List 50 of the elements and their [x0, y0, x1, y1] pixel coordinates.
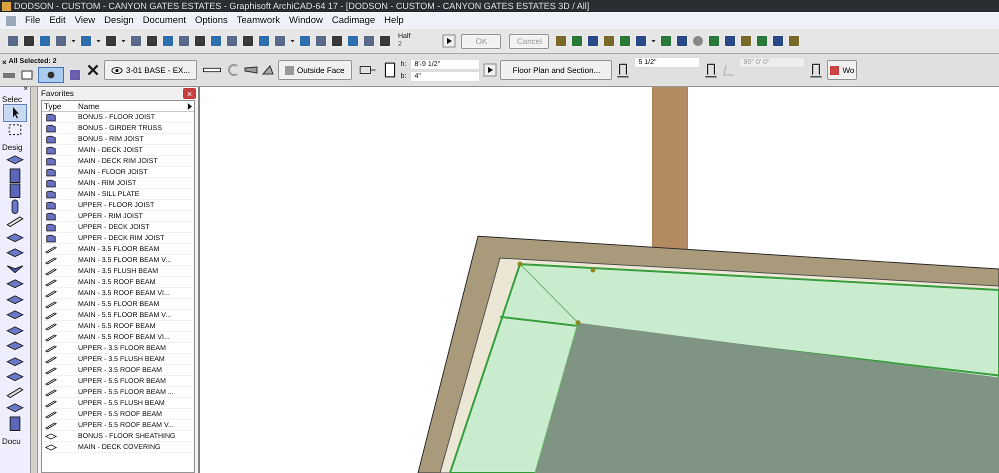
rectangle-icon[interactable] — [20, 68, 34, 82]
slab-icon — [45, 146, 57, 154]
menu-item[interactable]: Cadimage — [332, 15, 376, 26]
window-title: DODSON - CUSTOM - CANYON GATES ESTATES - Graphisoft ArchiCAD-64 17 - [DODSON - CUSTOM - CANYON GATES ESTATES 3D / All] — [14, 1, 590, 11]
arrow-icon[interactable] — [187, 102, 192, 110]
slab-icon — [45, 234, 57, 242]
slab-icon — [45, 178, 57, 188]
close-button[interactable]: × — [2, 58, 7, 66]
slab-icon — [45, 190, 57, 198]
toolbox-section-header[interactable]: Selec — [0, 95, 22, 104]
settings-button[interactable]: Floor Plan and Section... — [500, 60, 612, 80]
menu-item[interactable]: Help — [384, 15, 404, 26]
surface-button[interactable]: Outside Face — [278, 60, 352, 80]
close-button[interactable]: × — [183, 88, 196, 99]
cut-button[interactable]: Wo — [827, 60, 858, 80]
menu-item[interactable]: Window — [289, 15, 323, 26]
beam-tool-icon[interactable] — [4, 214, 26, 230]
slab-icon — [45, 200, 57, 210]
arrow-tool-icon[interactable] — [3, 104, 27, 122]
slab-icon — [45, 112, 57, 122]
railing-tool-icon[interactable] — [4, 384, 26, 400]
surface-swatch — [285, 66, 294, 74]
layer-button[interactable]: 3-01 BASE - EX... — [104, 60, 198, 80]
menu-item[interactable]: Teamwork — [236, 15, 280, 26]
menu-item[interactable]: Document — [142, 15, 186, 26]
eye-icon — [111, 66, 123, 74]
play-icon[interactable] — [442, 34, 456, 48]
slab-icon — [45, 222, 57, 232]
trapezoid-icon[interactable] — [261, 63, 276, 77]
box-icon[interactable] — [68, 68, 82, 82]
close-button[interactable]: × — [23, 84, 28, 93]
menu-item[interactable]: Design — [104, 15, 134, 26]
menu-item[interactable]: Options — [195, 15, 228, 26]
column-header[interactable]: Name — [78, 102, 187, 110]
column-header[interactable]: Type — [42, 102, 78, 110]
play-icon[interactable] — [483, 63, 498, 77]
fill-swatch — [830, 66, 840, 74]
panel-title: Favorites — [41, 89, 74, 98]
slab-icon — [45, 156, 57, 166]
menu-item[interactable]: View — [74, 15, 96, 26]
slab-icon — [45, 134, 57, 144]
slab-icon — [45, 168, 57, 176]
rotate-icon[interactable] — [38, 66, 64, 82]
menu-item[interactable]: Edit — [49, 15, 66, 26]
menu-item[interactable]: File — [25, 15, 40, 26]
toolbox-section-header[interactable]: Docu — [0, 437, 21, 446]
toolbox-section-header[interactable]: Desig — [0, 143, 22, 152]
slab-icon — [45, 124, 57, 132]
slab-icon — [45, 212, 57, 220]
app-icon — [2, 2, 11, 10]
